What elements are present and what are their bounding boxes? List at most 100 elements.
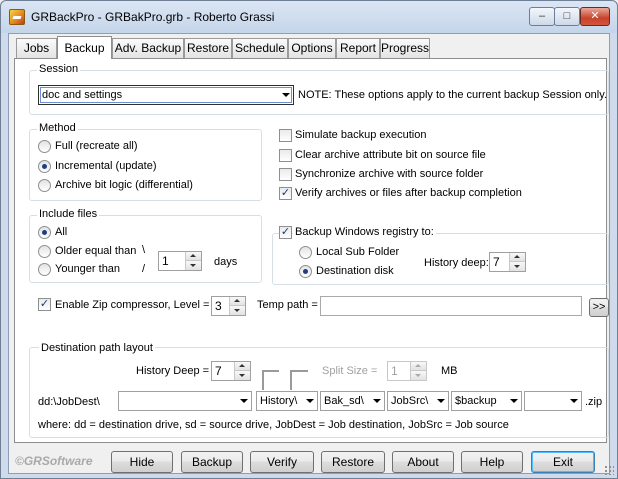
resize-grip-icon[interactable] — [604, 465, 614, 475]
spin-down-icon[interactable] — [235, 371, 250, 380]
path-segment-4-select[interactable]: JobSrc\ — [387, 391, 449, 411]
path-segment-5-select[interactable]: $backup — [451, 391, 522, 411]
zip-checkbox[interactable]: ✓ — [38, 298, 51, 311]
clear-archive-bit-label: Clear archive attribute bit on source fi… — [295, 149, 486, 161]
path-segment-6-select[interactable] — [524, 391, 582, 411]
younger-bracket: / — [142, 263, 146, 275]
spin-up-icon[interactable] — [235, 362, 250, 371]
tab-restore[interactable]: Restore — [184, 38, 232, 58]
simulate-checkbox[interactable] — [279, 129, 292, 142]
include-younger-label: Younger than — [55, 263, 121, 275]
spin-up-icon[interactable] — [510, 253, 525, 262]
browse-temp-path-button[interactable]: >> — [589, 298, 609, 317]
app-logo-icon — [9, 9, 25, 25]
session-select[interactable]: doc and settings — [38, 85, 294, 105]
method-archive-bit-radio[interactable] — [38, 179, 51, 192]
destination-suffix: .zip — [585, 396, 603, 408]
exit-button[interactable]: Exit — [531, 451, 595, 473]
path-segment-4-value: JobSrc\ — [391, 395, 429, 407]
destination-legend: where: dd = destination drive, sd = sour… — [38, 419, 509, 431]
registry-local-radio[interactable] — [299, 246, 312, 259]
zip-level-stepper[interactable]: 3 — [211, 296, 246, 316]
days-label: days — [214, 256, 238, 268]
zip-level-value: 3 — [215, 299, 222, 313]
include-all-radio[interactable] — [38, 226, 51, 239]
destination-history-stepper[interactable]: 7 — [211, 361, 251, 381]
grsoftware-logo: ©GRSoftware — [15, 454, 93, 468]
spin-up-icon[interactable] — [230, 297, 245, 306]
minimize-button[interactable]: – — [529, 7, 555, 26]
verify-button[interactable]: Verify — [250, 451, 314, 473]
temp-path-label: Temp path = — [257, 299, 318, 311]
days-stepper[interactable]: 1 — [158, 251, 202, 271]
method-incremental-label: Incremental (update) — [55, 160, 157, 172]
tab-schedule[interactable]: Schedule — [232, 38, 288, 58]
path-segment-3-value: Bak_sd\ — [324, 395, 364, 407]
chevron-down-icon — [240, 399, 248, 403]
backup-button[interactable]: Backup — [181, 451, 243, 473]
method-full-label: Full (recreate all) — [55, 140, 138, 152]
simulate-label: Simulate backup execution — [295, 129, 427, 141]
split-size-stepper[interactable]: 1 — [387, 361, 427, 381]
registry-history-value: 7 — [493, 255, 500, 269]
destination-history-value: 7 — [215, 364, 222, 378]
split-connector — [290, 370, 308, 390]
help-button[interactable]: Help — [461, 451, 523, 473]
spin-down-icon — [411, 371, 426, 380]
registry-history-stepper[interactable]: 7 — [489, 252, 526, 272]
tab-backup[interactable]: Backup — [57, 36, 112, 59]
spin-down-icon[interactable] — [510, 262, 525, 271]
method-full-radio[interactable] — [38, 140, 51, 153]
tab-options[interactable]: Options — [288, 38, 336, 58]
close-button[interactable]: ✕ — [580, 7, 610, 26]
split-size-unit: MB — [441, 365, 458, 377]
tab-report[interactable]: Report — [336, 38, 380, 58]
registry-destination-radio[interactable] — [299, 265, 312, 278]
path-segment-5-value: $backup — [455, 395, 497, 407]
destination-prefix: dd:\JobDest\ — [38, 396, 100, 408]
tab-jobs[interactable]: Jobs — [16, 38, 57, 58]
tab-adv-backup[interactable]: Adv. Backup — [112, 38, 184, 58]
spin-up-icon[interactable] — [186, 252, 201, 261]
spin-down-icon[interactable] — [230, 306, 245, 315]
session-note: NOTE: These options apply to the current… — [298, 89, 607, 101]
registry-history-label: History deep: — [424, 257, 489, 269]
app-window: GRBackPro - GRBakPro.grb - Roberto Grass… — [0, 0, 618, 479]
chevron-down-icon — [510, 399, 518, 403]
clear-archive-bit-checkbox[interactable] — [279, 149, 292, 162]
synchronize-checkbox[interactable] — [279, 168, 292, 181]
older-bracket: \ — [142, 244, 146, 256]
hide-button[interactable]: Hide — [111, 451, 173, 473]
spin-down-icon[interactable] — [186, 261, 201, 270]
verify-label: Verify archives or files after backup co… — [295, 187, 522, 199]
chevron-down-icon — [437, 399, 445, 403]
title-bar[interactable]: GRBackPro - GRBakPro.grb - Roberto Grass… — [1, 1, 617, 33]
zip-label: Enable Zip compressor, Level = — [55, 299, 210, 311]
method-incremental-radio[interactable] — [38, 160, 51, 173]
tab-progress[interactable]: Progress — [380, 38, 430, 58]
restore-button[interactable]: Restore — [321, 451, 385, 473]
destination-history-label: History Deep = — [136, 365, 210, 377]
destination-group-label: Destination path layout — [39, 342, 155, 354]
path-segment-1-select[interactable] — [118, 391, 252, 411]
registry-checkbox[interactable]: ✓ — [279, 226, 292, 239]
include-older-radio[interactable] — [38, 245, 51, 258]
include-younger-radio[interactable] — [38, 263, 51, 276]
days-value: 1 — [162, 254, 169, 268]
about-button[interactable]: About — [392, 451, 454, 473]
split-size-label: Split Size = — [322, 365, 378, 377]
path-segment-2-select[interactable]: History\ — [256, 391, 318, 411]
verify-checkbox[interactable]: ✓ — [279, 187, 292, 200]
include-all-label: All — [55, 226, 68, 238]
split-size-value: 1 — [391, 364, 398, 378]
maximize-button[interactable]: □ — [554, 7, 580, 26]
window-title: GRBackPro - GRBakPro.grb - Roberto Grass… — [31, 10, 275, 24]
registry-local-label: Local Sub Folder — [316, 246, 400, 258]
temp-path-input[interactable] — [320, 296, 582, 316]
method-group-label: Method — [37, 122, 78, 134]
registry-destination-label: Destination disk — [316, 265, 394, 277]
chevron-down-icon — [570, 399, 578, 403]
path-segment-3-select[interactable]: Bak_sd\ — [320, 391, 385, 411]
session-select-value: doc and settings — [42, 89, 123, 101]
session-group-label: Session — [37, 63, 81, 75]
